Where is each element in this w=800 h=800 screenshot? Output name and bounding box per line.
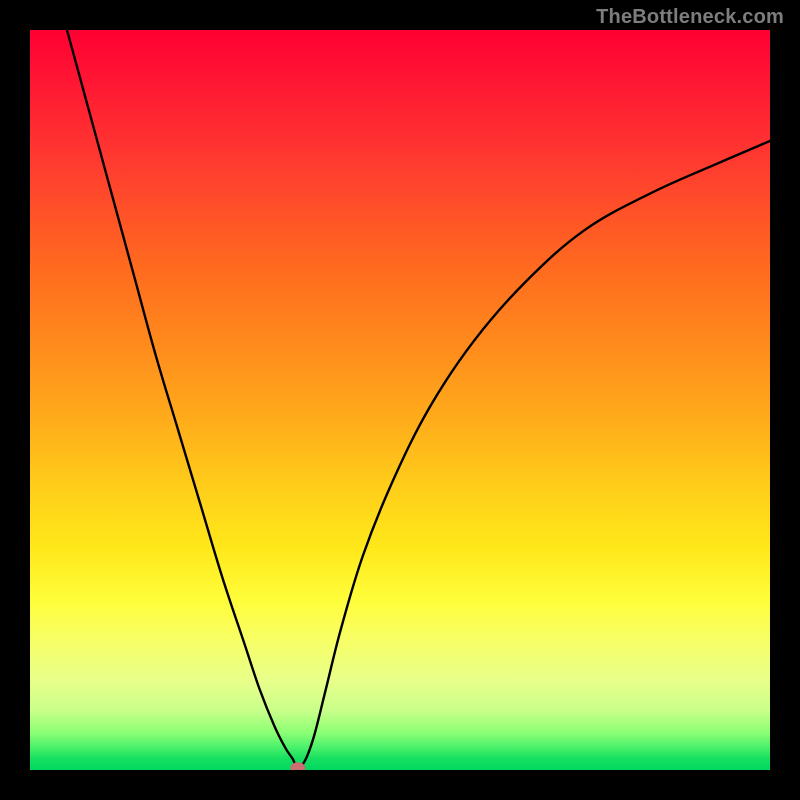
plot-area [30, 30, 770, 770]
watermark-text: TheBottleneck.com [596, 6, 784, 29]
bottleneck-curve [67, 30, 770, 767]
chart-svg [30, 30, 770, 770]
chart-frame: TheBottleneck.com [0, 0, 800, 800]
minimum-marker [291, 763, 305, 770]
